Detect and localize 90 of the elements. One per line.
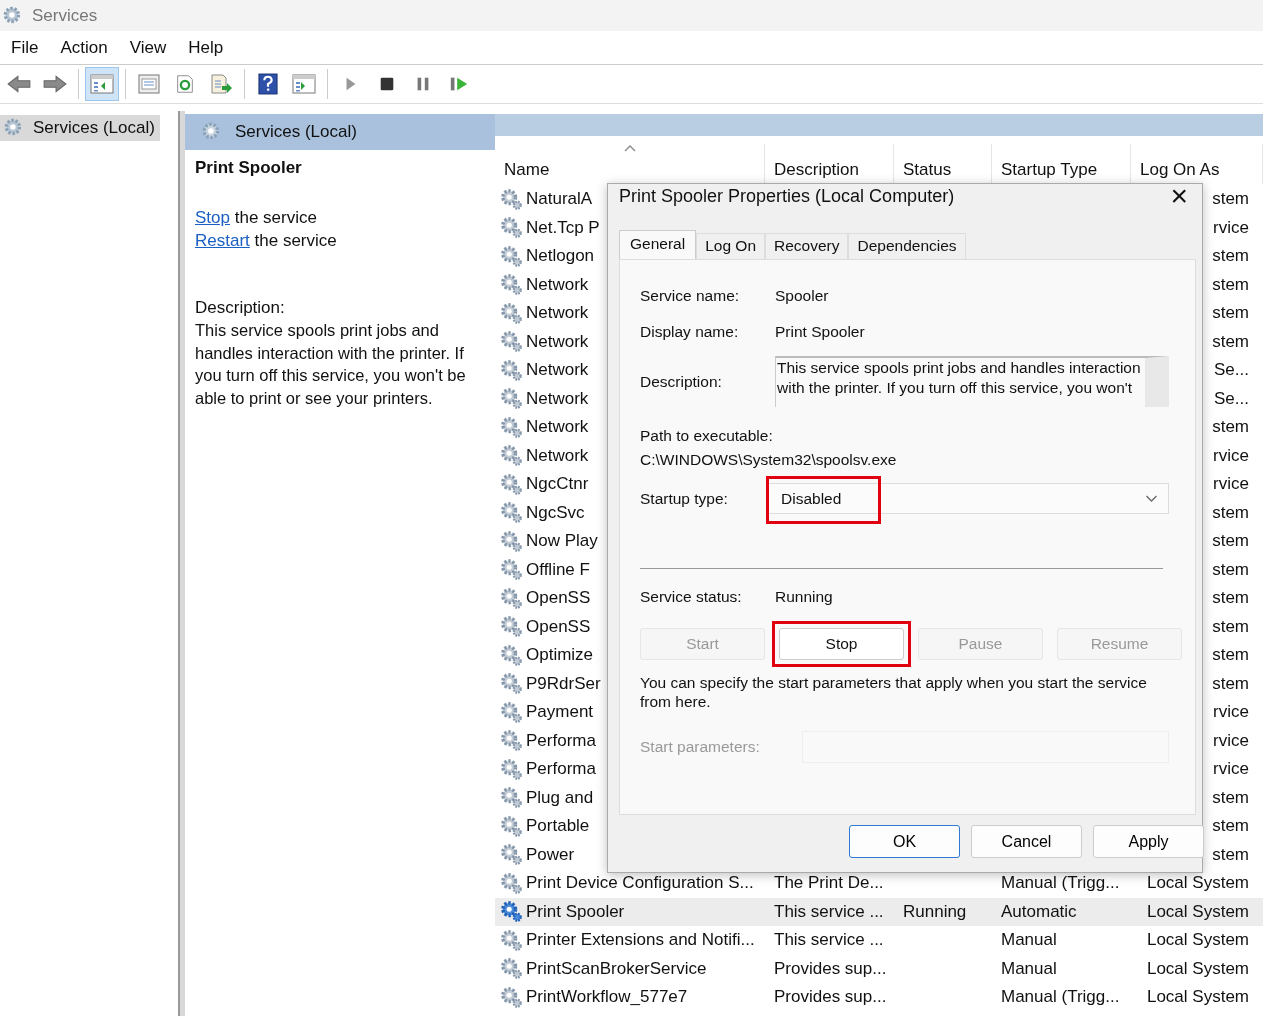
table-cell: Network xyxy=(526,331,589,352)
table-cell: Local System xyxy=(1146,930,1249,951)
table-cell: stem xyxy=(1212,844,1249,865)
hint-text: You can specify the start parameters that apply when you start the service from here. xyxy=(640,673,1148,711)
field-label: Display name: xyxy=(640,323,740,341)
table-cell: Provides sup... xyxy=(774,987,887,1008)
table-cell: Network xyxy=(526,445,589,466)
action-text: Restart the service xyxy=(195,230,338,252)
table-cell: NgcSvc xyxy=(526,502,585,523)
table-cell: stem xyxy=(1212,274,1249,295)
table-cell: Performa xyxy=(526,730,596,751)
table-cell: stem xyxy=(1212,645,1249,666)
table-cell: Se... xyxy=(1214,360,1249,381)
table-cell: Network xyxy=(526,417,589,438)
table-cell: Local System xyxy=(1146,987,1249,1008)
field-label: Service status: xyxy=(640,588,743,606)
description-label: Description: xyxy=(195,297,286,319)
table-cell: Net.Tcp P xyxy=(526,217,600,238)
description-text: This service spools print jobs and handles interaction with the printer. If you turn off this service, you won't be able to print or see your printers. xyxy=(195,320,467,409)
table-cell: Optimize xyxy=(526,645,594,666)
table-cell: Running xyxy=(903,901,967,922)
table-cell: Power xyxy=(526,844,575,865)
action-text: Stop the service xyxy=(195,207,318,229)
window-title: Services xyxy=(32,5,98,26)
table-cell: Manual (Trigg... xyxy=(1001,987,1120,1008)
table-cell: Print Spooler xyxy=(526,901,625,922)
table-cell: stem xyxy=(1212,502,1249,523)
table-cell: Manual xyxy=(1001,958,1057,979)
table-cell: Network xyxy=(526,303,589,324)
table-cell: stem xyxy=(1212,673,1249,694)
table-cell: Manual (Trigg... xyxy=(1001,873,1120,894)
table-cell: The Print De... xyxy=(774,873,884,894)
table-cell: Local System xyxy=(1146,901,1249,922)
field-label: Start parameters: xyxy=(640,738,761,756)
table-cell: This service ... xyxy=(774,930,884,951)
table-cell: Automatic xyxy=(1001,901,1077,922)
table-cell: stem xyxy=(1212,531,1249,552)
table-cell: stem xyxy=(1212,246,1249,267)
table-cell: stem xyxy=(1212,417,1249,438)
table-cell: stem xyxy=(1212,559,1249,580)
pane-title: Services (Local) xyxy=(235,122,357,142)
table-cell: NaturalA xyxy=(526,189,593,210)
table-cell: Manual xyxy=(1001,930,1057,951)
table-cell: Network xyxy=(526,360,589,381)
table-cell: Printer Extensions and Notifi... xyxy=(526,930,755,951)
table-cell: rvice xyxy=(1213,474,1249,495)
table-cell: rvice xyxy=(1213,217,1249,238)
table-cell: stem xyxy=(1212,331,1249,352)
tree-label: Services (Local) xyxy=(33,118,155,138)
table-cell: rvice xyxy=(1213,702,1249,723)
table-cell: Performa xyxy=(526,759,596,780)
table-cell: stem xyxy=(1212,616,1249,637)
table-cell: stem xyxy=(1212,588,1249,609)
dialog-title: Print Spooler Properties (Local Computer) xyxy=(619,185,955,207)
table-cell: NgcCtnr xyxy=(526,474,589,495)
table-cell: stem xyxy=(1212,787,1249,808)
table-cell: OpenSS xyxy=(526,588,591,609)
field-label: Startup type: xyxy=(640,489,729,508)
table-cell: Local System xyxy=(1146,958,1249,979)
table-cell: Netlogon xyxy=(526,246,595,267)
table-cell: PrintScanBrokerService xyxy=(526,958,707,979)
table-cell: Network xyxy=(526,274,589,295)
field-value: Print Spooler xyxy=(775,323,865,341)
table-cell: Offline F xyxy=(526,559,590,580)
table-cell: rvice xyxy=(1213,759,1249,780)
status-value: Running xyxy=(775,588,833,606)
field-value: Spooler xyxy=(775,287,829,305)
table-cell: Se... xyxy=(1214,388,1249,409)
table-cell: Provides sup... xyxy=(774,958,887,979)
table-cell: Now Play xyxy=(526,531,598,552)
table-cell: Payment xyxy=(526,702,594,723)
field-label: Path to executable: xyxy=(640,427,774,445)
table-cell: Portable xyxy=(526,816,590,837)
table-cell: rvice xyxy=(1213,445,1249,466)
service-title: Print Spooler xyxy=(195,158,303,178)
table-cell: Print Device Configuration S... xyxy=(526,873,754,894)
table-cell: PrintWorkflow_577e7 xyxy=(526,987,688,1008)
table-cell: This service ... xyxy=(774,901,884,922)
table-cell: P9RdrSer xyxy=(526,673,601,694)
field-label: Service name: xyxy=(640,287,741,305)
field-label: Description: xyxy=(640,372,723,391)
table-cell: Local System xyxy=(1146,873,1249,894)
table-cell: Network xyxy=(526,388,589,409)
table-cell: rvice xyxy=(1213,730,1249,751)
table-cell: OpenSS xyxy=(526,616,591,637)
table-cell: stem xyxy=(1212,189,1249,210)
table-cell: Plug and xyxy=(526,787,594,808)
table-cell: stem xyxy=(1212,303,1249,324)
path-text: C:\WINDOWS\System32\spoolsv.exe xyxy=(640,451,898,469)
table-cell: stem xyxy=(1212,816,1249,837)
